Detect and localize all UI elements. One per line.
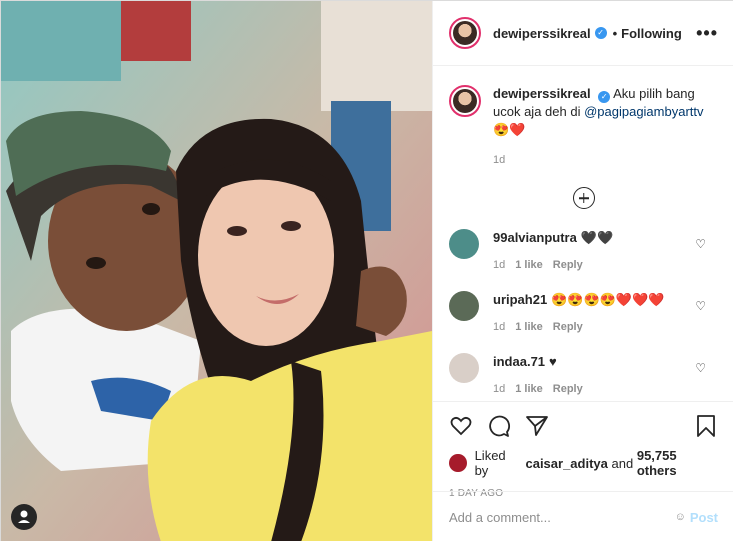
comment-likes[interactable]: 1 like xyxy=(515,321,543,333)
commenter-avatar[interactable] xyxy=(449,291,479,321)
likes-middle: and xyxy=(611,455,634,471)
selfie-photo-illustration xyxy=(1,1,432,541)
post-actions: Liked by caisar_aditya and 95,755 others… xyxy=(433,401,733,499)
commenter-avatar[interactable] xyxy=(449,353,479,383)
post-comment-button[interactable]: Post xyxy=(690,510,718,525)
more-options-icon[interactable]: ••• xyxy=(696,23,718,44)
reply-button[interactable]: Reply xyxy=(553,259,583,271)
instagram-post-window: dewiperssikreal ✓ • Following ••• dewipe… xyxy=(0,0,733,541)
verified-badge-icon: ✓ xyxy=(594,27,607,39)
caption: dewiperssikreal ✓ Aku pilih bang ucok aj… xyxy=(449,85,718,169)
comments-section[interactable]: dewiperssikreal ✓ Aku pilih bang ucok aj… xyxy=(433,67,733,401)
profile-tag-button[interactable] xyxy=(11,504,37,530)
liker-username[interactable]: caisar_aditya xyxy=(525,456,607,471)
comment-text: 😍😍😍😍❤️❤️❤️ xyxy=(551,292,665,307)
comment-likes[interactable]: 1 like xyxy=(515,383,543,395)
post-details-panel: dewiperssikreal ✓ • Following ••• dewipe… xyxy=(432,1,733,541)
author-avatar[interactable] xyxy=(449,17,481,49)
comment-input[interactable] xyxy=(449,509,675,525)
caption-mention[interactable]: @pagipagiambyarttv xyxy=(584,104,703,119)
comment-age[interactable]: 1d xyxy=(493,383,505,395)
commenter-avatar[interactable] xyxy=(449,229,479,259)
post-photo[interactable] xyxy=(1,1,432,541)
comment-item: uripah21 😍😍😍😍❤️❤️❤️ 1d 1 like Reply ♡ xyxy=(449,291,718,333)
author-username[interactable]: dewiperssikreal xyxy=(493,26,591,41)
comment-username[interactable]: uripah21 xyxy=(493,292,547,307)
post-header: dewiperssikreal ✓ • Following ••• xyxy=(433,1,733,66)
comment-text: ♥ xyxy=(549,354,557,369)
verified-badge-icon: ✓ xyxy=(598,91,611,103)
heart-icon[interactable] xyxy=(449,414,473,438)
paper-plane-icon[interactable] xyxy=(525,414,549,438)
comment-bubble-icon[interactable] xyxy=(487,414,511,438)
comment-age[interactable]: 1d xyxy=(493,259,505,271)
add-comment-bar: ☺ Post xyxy=(433,491,733,541)
comment-age[interactable]: 1d xyxy=(493,321,505,333)
liker-avatar[interactable] xyxy=(449,454,467,472)
comment-text: 🖤🖤 xyxy=(580,230,614,245)
reply-button[interactable]: Reply xyxy=(553,321,583,333)
caption-avatar[interactable] xyxy=(449,85,481,117)
bookmark-icon[interactable] xyxy=(694,414,718,438)
comment-heart-icon[interactable]: ♡ xyxy=(695,237,706,251)
reply-button[interactable]: Reply xyxy=(553,383,583,395)
user-icon xyxy=(18,510,30,523)
comment-heart-icon[interactable]: ♡ xyxy=(695,361,706,375)
comment-likes[interactable]: 1 like xyxy=(515,259,543,271)
likes-prefix: Liked by xyxy=(474,448,506,478)
comment-item: 99alvianputra 🖤🖤 1d 1 like Reply ♡ xyxy=(449,229,718,271)
comment-username[interactable]: indaa.71 xyxy=(493,354,545,369)
likes-summary: Liked by caisar_aditya and 95,755 others xyxy=(449,448,718,478)
comment-item: indaa.71 ♥ 1d 1 like Reply ♡ xyxy=(449,353,718,395)
plus-circle-icon[interactable] xyxy=(572,187,595,209)
caption-emojis: 😍❤️ xyxy=(493,122,526,137)
likes-count[interactable]: 95,755 others xyxy=(637,448,718,478)
emoji-icon[interactable]: ☺ xyxy=(675,511,686,523)
comment-username[interactable]: 99alvianputra xyxy=(493,230,577,245)
caption-age[interactable]: 1d xyxy=(493,151,718,169)
caption-body: dewiperssikreal ✓ Aku pilih bang ucok aj… xyxy=(493,85,718,169)
header-separator: • xyxy=(612,25,618,41)
caption-username[interactable]: dewiperssikreal xyxy=(493,86,591,101)
following-button[interactable]: Following xyxy=(621,26,682,41)
comment-heart-icon[interactable]: ♡ xyxy=(695,299,706,313)
